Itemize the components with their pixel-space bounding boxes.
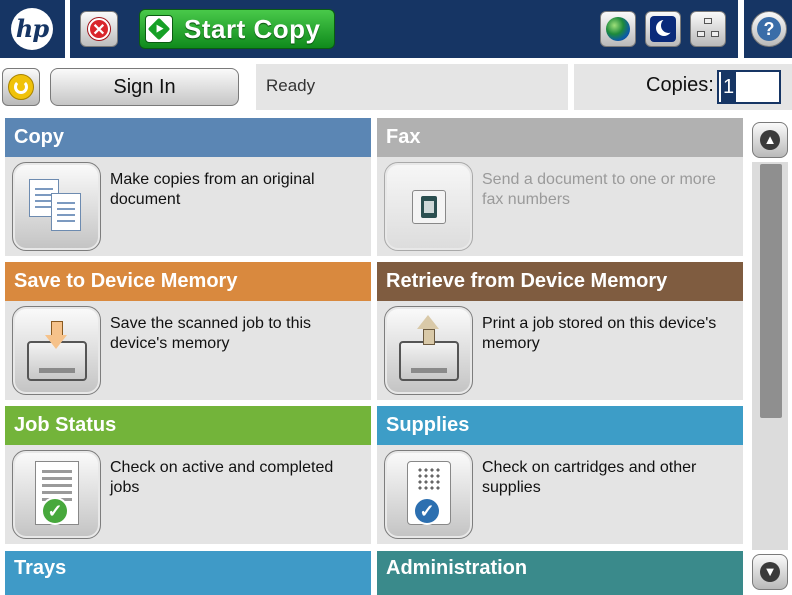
copies-value: 1 bbox=[721, 72, 737, 102]
status-row: Sign In Ready Copies: 1 bbox=[0, 62, 792, 112]
job-status-icon-button[interactable]: ✓ bbox=[12, 450, 101, 539]
tile-supplies-description: Check on cartridges and other supplies bbox=[482, 459, 697, 496]
save-to-memory-icon-button[interactable] bbox=[12, 306, 101, 395]
retrieve-from-memory-icon-button[interactable] bbox=[384, 306, 473, 395]
fax-icon-button[interactable] bbox=[384, 162, 473, 251]
moon-icon bbox=[650, 16, 676, 42]
tile-save-description: Save the scanned job to this device's me… bbox=[110, 315, 312, 352]
globe-icon bbox=[606, 17, 630, 41]
scroll-down-button[interactable]: ▼ bbox=[752, 554, 788, 590]
start-copy-button[interactable]: Start Copy bbox=[139, 9, 335, 49]
supplies-icon-button[interactable]: ✓ bbox=[384, 450, 473, 539]
top-bar: hp ✕ Start Copy ? bbox=[0, 0, 792, 58]
tile-supplies-title: Supplies bbox=[377, 406, 743, 445]
reset-button[interactable] bbox=[2, 68, 40, 106]
stop-icon: ✕ bbox=[88, 18, 110, 40]
tile-job-status-title: Job Status bbox=[5, 406, 371, 445]
chevron-up-icon: ▲ bbox=[760, 130, 780, 150]
check-icon: ✓ bbox=[41, 497, 69, 525]
network-icon bbox=[697, 18, 719, 40]
fax-icon bbox=[412, 190, 446, 224]
scroll-thumb[interactable] bbox=[760, 164, 782, 418]
tile-fax-description: Send a document to one or more fax numbe… bbox=[482, 171, 716, 208]
tile-retrieve-title: Retrieve from Device Memory bbox=[377, 262, 743, 301]
reset-icon bbox=[8, 74, 34, 100]
retrieve-from-memory-icon bbox=[385, 307, 474, 396]
language-button[interactable] bbox=[600, 11, 636, 47]
start-copy-label: Start Copy bbox=[184, 14, 321, 44]
status-text: Ready bbox=[266, 76, 316, 95]
tile-retrieve-from-device-memory[interactable]: Retrieve from Device Memory Print a job … bbox=[377, 262, 743, 400]
tile-retrieve-description: Print a job stored on this device's memo… bbox=[482, 315, 717, 352]
scroll-up-button[interactable]: ▲ bbox=[752, 122, 788, 158]
tile-administration[interactable]: Administration bbox=[377, 551, 743, 595]
logo-area: hp bbox=[0, 0, 65, 58]
chevron-down-icon: ▼ bbox=[760, 562, 780, 582]
help-icon: ? bbox=[757, 17, 781, 41]
tile-trays[interactable]: Trays bbox=[5, 551, 371, 595]
copy-icon-button[interactable] bbox=[12, 162, 101, 251]
tile-fax[interactable]: Fax Send a document to one or more fax n… bbox=[377, 118, 743, 256]
copies-input[interactable]: 1 bbox=[717, 70, 781, 104]
scrollbar[interactable]: ▲ ▼ bbox=[749, 118, 792, 595]
tile-copy-description: Make copies from an original document bbox=[110, 171, 315, 208]
tile-trays-title: Trays bbox=[5, 551, 371, 595]
tile-job-status-description: Check on active and completed jobs bbox=[110, 459, 334, 496]
sign-in-button[interactable]: Sign In bbox=[50, 68, 239, 106]
copies-label: Copies: bbox=[646, 74, 714, 96]
start-icon bbox=[145, 15, 173, 43]
job-status-icon: ✓ bbox=[13, 451, 102, 540]
save-to-memory-icon bbox=[13, 307, 102, 396]
stop-button[interactable]: ✕ bbox=[80, 11, 118, 47]
copy-icon bbox=[13, 163, 102, 252]
tile-copy-title: Copy bbox=[5, 118, 371, 157]
check-icon: ✓ bbox=[413, 497, 441, 525]
help-button[interactable]: ? bbox=[751, 11, 787, 47]
tile-supplies[interactable]: Supplies ✓ Check on cartridges and other… bbox=[377, 406, 743, 544]
tile-copy[interactable]: Copy Make copies from an original docume… bbox=[5, 118, 371, 256]
status-bar: Ready bbox=[256, 64, 568, 110]
tile-job-status[interactable]: Job Status ✓ Check on active and complet… bbox=[5, 406, 371, 544]
hp-logo: hp bbox=[11, 8, 53, 50]
tile-administration-title: Administration bbox=[377, 551, 743, 595]
supplies-icon: ✓ bbox=[385, 451, 474, 540]
tile-save-title: Save to Device Memory bbox=[5, 262, 371, 301]
scroll-track[interactable] bbox=[752, 162, 788, 550]
tile-save-to-device-memory[interactable]: Save to Device Memory Save the scanned j… bbox=[5, 262, 371, 400]
tile-fax-title: Fax bbox=[377, 118, 743, 157]
copies-area: Copies: 1 bbox=[574, 64, 792, 110]
network-button[interactable] bbox=[690, 11, 726, 47]
sleep-button[interactable] bbox=[645, 11, 681, 47]
